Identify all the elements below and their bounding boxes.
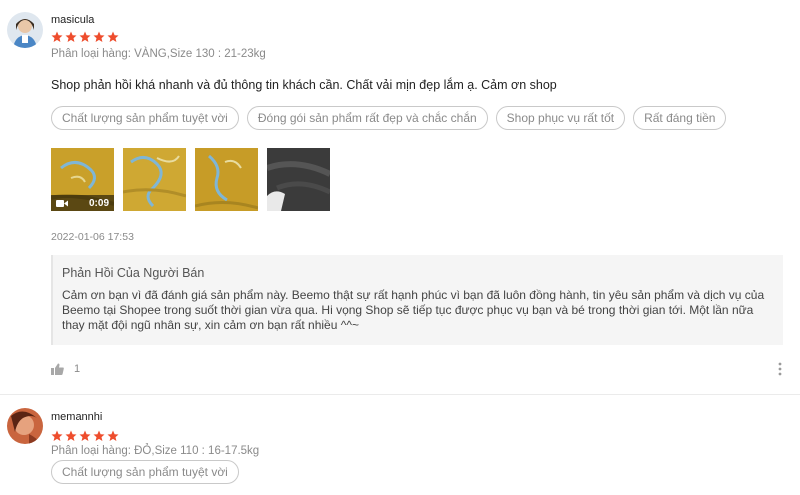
username[interactable]: memannhi [51, 411, 102, 423]
star-icon [79, 31, 91, 42]
rating-stars [51, 430, 119, 442]
like-count: 1 [74, 363, 81, 375]
star-icon [51, 430, 63, 441]
seller-reply: Phản Hồi Của Người Bán Cảm ơn bạn vì đã … [51, 255, 783, 345]
star-icon [65, 31, 77, 42]
review-photo-thumbnail[interactable] [267, 148, 330, 211]
username[interactable]: masicula [51, 14, 94, 26]
review-tag[interactable]: Rất đáng tiền [633, 106, 727, 130]
review-media: 0:09 [51, 148, 330, 211]
star-icon [51, 31, 63, 42]
like-button[interactable]: 1 [51, 363, 80, 375]
thumbs-up-icon [51, 363, 64, 375]
rating-stars [51, 31, 119, 43]
review-tags: Chất lượng sản phẩm tuyệt vời Đóng gói s… [51, 106, 727, 130]
seller-reply-text: Cảm ơn bạn vì đã đánh giá sản phẩm này. … [62, 288, 765, 332]
more-vertical-icon[interactable] [776, 361, 784, 377]
star-icon [65, 430, 77, 441]
variation-label: Phân loại hàng: ĐỎ,Size 110 : 16-17.5kg [51, 445, 260, 457]
review-tags: Chất lượng sản phẩm tuyệt vời [51, 460, 239, 484]
review-photo-thumbnail[interactable] [195, 148, 258, 211]
star-icon [107, 31, 119, 42]
variation-label: Phân loại hàng: VÀNG,Size 130 : 21-23kg [51, 48, 266, 60]
star-icon [79, 430, 91, 441]
avatar[interactable] [7, 12, 43, 48]
star-icon [93, 430, 105, 441]
video-duration-bar: 0:09 [51, 195, 114, 211]
video-duration: 0:09 [88, 197, 109, 209]
review-tag[interactable]: Chất lượng sản phẩm tuyệt vời [51, 106, 239, 130]
review-photo-thumbnail[interactable] [123, 148, 186, 211]
star-icon [107, 430, 119, 441]
review-timestamp: 2022-01-06 17:53 [51, 231, 134, 243]
review-tag[interactable]: Đóng gói sản phẩm rất đẹp và chắc chắn [246, 106, 488, 130]
seller-reply-title: Phản Hồi Của Người Bán [62, 266, 205, 280]
star-icon [93, 31, 105, 42]
review-tag[interactable]: Chất lượng sản phẩm tuyệt vời [51, 460, 239, 484]
avatar[interactable] [7, 408, 43, 444]
video-camera-icon [56, 199, 68, 207]
review-video-thumbnail[interactable]: 0:09 [51, 148, 114, 211]
review-comment: Shop phản hồi khá nhanh và đủ thông tin … [51, 78, 557, 92]
review-tag[interactable]: Shop phục vụ rất tốt [495, 106, 626, 130]
review-divider [0, 394, 800, 395]
